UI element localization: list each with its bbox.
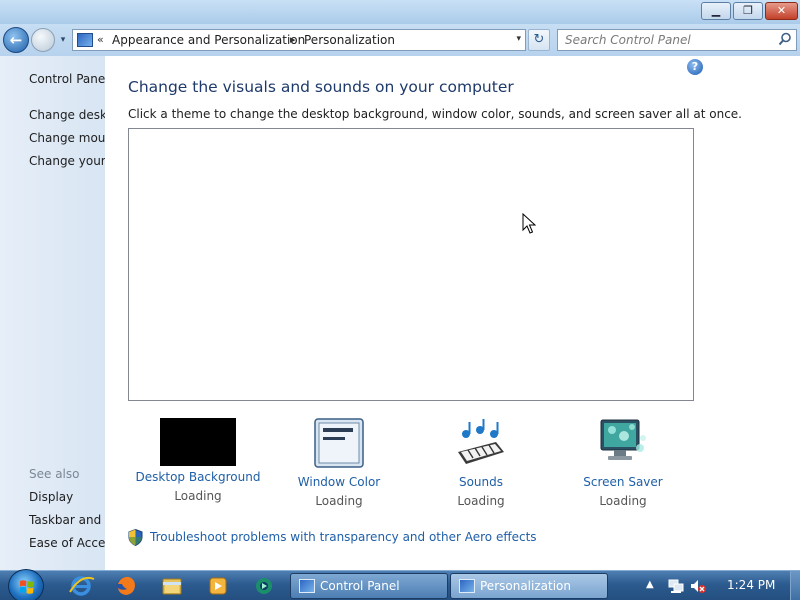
media-player-icon[interactable]: [201, 574, 235, 598]
taskbar-personalization-label: Personalization: [480, 579, 571, 593]
control-panel-icon: [299, 579, 315, 593]
see-also-heading: See also: [29, 467, 80, 481]
search-icon[interactable]: [778, 32, 792, 46]
page-title: Change the visuals and sounds on your co…: [128, 78, 514, 96]
screen-saver-link[interactable]: Screen Saver: [553, 475, 693, 489]
screen-saver-icon[interactable]: [598, 418, 648, 468]
recent-pages-button[interactable]: ▾: [57, 34, 69, 46]
title-bar: ▁ ❐ ✕: [0, 0, 800, 24]
close-icon: ✕: [776, 4, 787, 17]
window-color-tile[interactable]: Window Color Loading: [269, 418, 409, 508]
theme-list[interactable]: [128, 128, 694, 401]
firefox-icon[interactable]: [109, 574, 143, 598]
breadcrumb-appearance[interactable]: Appearance and Personalization: [112, 33, 305, 47]
back-arrow-icon: ←: [9, 31, 23, 49]
chevron-down-icon: ▾: [60, 35, 66, 45]
refresh-icon: ↻: [533, 32, 545, 47]
start-button[interactable]: [8, 569, 44, 600]
breadcrumb-personalization[interactable]: Personalization: [304, 33, 395, 47]
screen-saver-status: Loading: [599, 494, 647, 508]
volume-muted-icon[interactable]: [690, 578, 706, 594]
help-icon: ?: [691, 60, 699, 73]
windows-explorer-icon[interactable]: [155, 574, 189, 598]
control-panel-home-link[interactable]: Control Panel: [29, 72, 105, 86]
back-button[interactable]: ←: [3, 27, 29, 53]
see-also-ease-of-access-link[interactable]: Ease of Access: [29, 536, 105, 550]
show-hidden-icons-button[interactable]: ▲: [646, 579, 654, 590]
address-bar[interactable]: « Appearance and Personalization ▸ Perso…: [72, 29, 526, 51]
see-also-taskbar-link[interactable]: Taskbar and St: [29, 513, 105, 527]
control-panel-icon: [77, 33, 93, 47]
windows-logo-icon: [19, 580, 34, 594]
screen-saver-tile[interactable]: Screen Saver Loading: [553, 418, 693, 508]
mouse-pointer-icon: [522, 213, 536, 234]
see-also-display-link[interactable]: Display: [29, 490, 73, 504]
personalization-icon: [459, 579, 475, 593]
network-icon[interactable]: [668, 578, 684, 594]
close-button[interactable]: ✕: [765, 2, 798, 20]
minimize-button[interactable]: ▁: [701, 2, 731, 20]
address-overflow[interactable]: «: [97, 33, 104, 46]
desktop-background-link[interactable]: Desktop Background: [128, 470, 268, 484]
window-color-icon[interactable]: [314, 418, 364, 468]
sounds-link[interactable]: Sounds: [411, 475, 551, 489]
main-content: ? Change the visuals and sounds on your …: [105, 56, 800, 570]
taskbar: Control Panel Personalization ▲ 1:24 PM: [0, 569, 800, 600]
window-color-link[interactable]: Window Color: [269, 475, 409, 489]
desktop-background-tile[interactable]: Desktop Background Loading: [128, 418, 268, 503]
page-description: Click a theme to change the desktop back…: [128, 107, 742, 121]
desktop-background-status: Loading: [174, 489, 222, 503]
minimize-icon: ▁: [711, 4, 721, 17]
search-box[interactable]: [557, 29, 797, 51]
show-desktop-button[interactable]: [790, 571, 800, 600]
refresh-button[interactable]: ↻: [528, 29, 550, 51]
breadcrumb-separator[interactable]: ▸: [290, 33, 296, 46]
taskbar-control-panel[interactable]: Control Panel: [290, 573, 448, 599]
restore-icon: ❐: [743, 4, 753, 17]
address-dropdown-icon[interactable]: ▾: [516, 34, 521, 44]
taskbar-control-panel-label: Control Panel: [320, 579, 400, 593]
sounds-icon[interactable]: [456, 418, 506, 468]
uac-shield-icon: [128, 529, 143, 546]
system-tray: ▲ 1:24 PM: [640, 571, 800, 600]
search-input[interactable]: [558, 30, 773, 50]
left-navigation-pane: Control Panel Change deskto Change mouse…: [0, 56, 105, 570]
navigation-bar: ← ▾ « Appearance and Personalization ▸ P…: [0, 24, 800, 56]
desktop-background-thumbnail[interactable]: [160, 418, 236, 466]
window-color-status: Loading: [315, 494, 363, 508]
forward-button[interactable]: [31, 28, 55, 52]
sounds-status: Loading: [457, 494, 505, 508]
help-button[interactable]: ?: [687, 59, 703, 75]
clock[interactable]: 1:24 PM: [727, 578, 775, 592]
media-center-icon[interactable]: [247, 574, 281, 598]
task-link-mouse-pointers[interactable]: Change mouse: [29, 131, 105, 145]
task-link-account-picture[interactable]: Change your a: [29, 154, 105, 168]
troubleshoot-transparency-link[interactable]: Troubleshoot problems with transparency …: [150, 530, 537, 544]
maximize-button[interactable]: ❐: [733, 2, 763, 20]
taskbar-personalization[interactable]: Personalization: [450, 573, 608, 599]
task-link-desktop-icons[interactable]: Change deskto: [29, 108, 105, 122]
internet-explorer-icon[interactable]: [64, 574, 98, 598]
sounds-tile[interactable]: Sounds Loading: [411, 418, 551, 508]
